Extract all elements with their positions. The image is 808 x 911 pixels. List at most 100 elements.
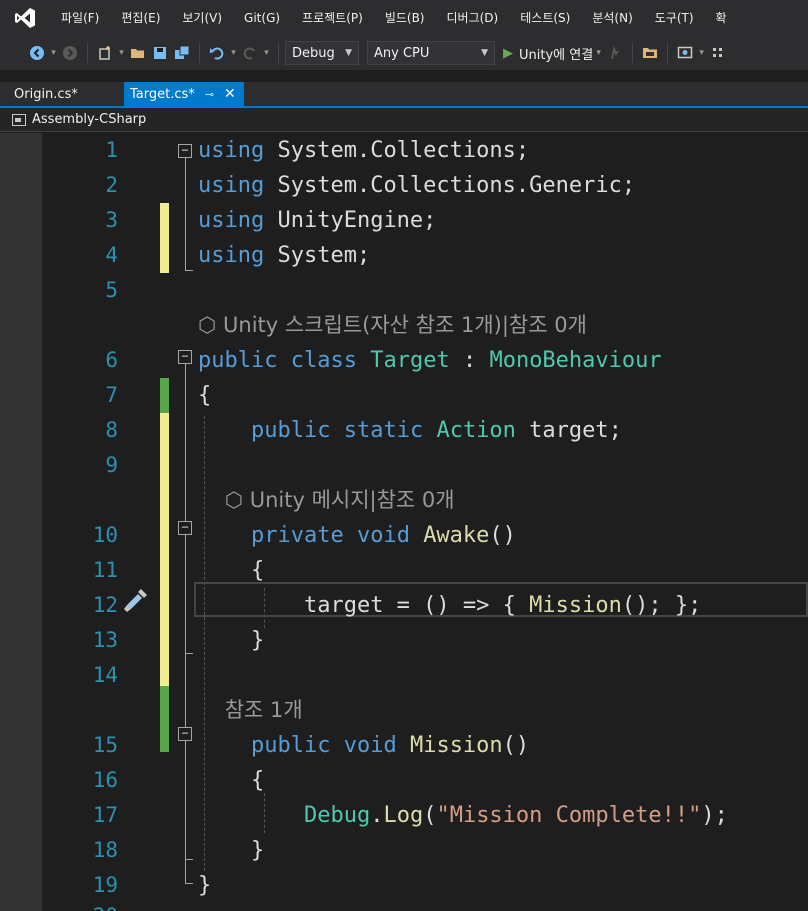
navigate-back-icon[interactable]: [27, 43, 47, 63]
menu-git[interactable]: Git(G): [233, 0, 291, 36]
unity-cube-icon: ⬡: [224, 488, 250, 512]
codelens-references[interactable]: ⬡ Unity 메시지|참조 0개: [198, 483, 455, 518]
chevron-down-icon[interactable]: ▾: [593, 48, 604, 58]
solution-platform-value: Any CPU: [374, 45, 430, 61]
code-text: }: [250, 838, 265, 863]
code-line: 13 }: [0, 623, 808, 658]
chevron-down-icon[interactable]: ▾: [228, 48, 239, 58]
navigate-forward-icon[interactable]: [60, 43, 80, 63]
menu-file[interactable]: 파일(F): [50, 0, 110, 36]
solution-platform-select[interactable]: Any CPU ▼: [367, 41, 495, 65]
code-line: 7 {: [0, 378, 808, 413]
line-number: 2: [105, 173, 118, 197]
project-dropdown[interactable]: Assembly-CSharp: [32, 112, 146, 127]
code-line: 12 target = () => { Mission(); };: [0, 588, 808, 623]
code-line: 4 using System;: [0, 238, 808, 273]
toolbar-more-icon[interactable]: [708, 43, 728, 63]
open-folder-icon[interactable]: [128, 43, 148, 63]
line-number: 16: [92, 768, 118, 792]
redo-icon[interactable]: [240, 43, 260, 63]
line-number: 12: [92, 593, 118, 617]
codelens-row: ⬡ Unity 메시지|참조 0개: [0, 483, 808, 518]
document-tabs: Origin.cs* Target.cs* ⊸ ✕: [0, 82, 808, 108]
pin-icon[interactable]: ⊸: [205, 88, 214, 101]
code-line: 5: [0, 273, 808, 308]
menu-analyze[interactable]: 분석(N): [581, 0, 643, 36]
menu-edit[interactable]: 편집(E): [110, 0, 171, 36]
chevron-down-icon: ▼: [345, 48, 352, 58]
code-line: 10 private void Awake(): [0, 518, 808, 553]
line-number: 13: [92, 628, 118, 652]
line-number: 14: [92, 663, 118, 687]
line-number: 15: [92, 733, 118, 757]
code-line: 17 Debug.Log("Mission Complete!!");: [0, 798, 808, 833]
unity-cube-icon: ⬡: [198, 313, 224, 337]
menu-project[interactable]: 프로젝트(P): [291, 0, 374, 36]
line-number: 7: [105, 383, 118, 407]
line-number: 10: [92, 523, 118, 547]
code-line: 20: [0, 899, 808, 911]
menu-view[interactable]: 보기(V): [171, 0, 233, 36]
folder-icon[interactable]: [640, 43, 660, 63]
chevron-down-icon[interactable]: ▾: [696, 48, 707, 58]
code-text: public static Action target;: [250, 418, 622, 443]
standard-toolbar: ▾ ▾ ▾ ▾ Debug ▼ Any CPU ▼ ▶ Unity에 연결 ▾: [0, 36, 808, 70]
attach-to-unity-button[interactable]: ▶ Unity에 연결 ▾: [503, 44, 604, 63]
codelens-references[interactable]: 참조 1개: [198, 693, 303, 728]
code-line: 9: [0, 448, 808, 483]
code-text: target = () => { Mission(); };: [303, 593, 702, 618]
new-project-icon[interactable]: [95, 43, 115, 63]
codelens-references[interactable]: ⬡ Unity 스크립트(자산 참조 1개)|참조 0개: [198, 308, 587, 343]
csharp-project-icon: [12, 113, 26, 126]
code-text: {: [198, 383, 212, 408]
menu-bar: 파일(F) 편집(E) 보기(V) Git(G) 프로젝트(P) 빌드(B) 디…: [0, 0, 808, 36]
line-number: 5: [105, 278, 118, 302]
toolbar-separator: [199, 43, 200, 63]
code-text: private void Awake(): [250, 523, 516, 548]
code-line: 1 using System.Collections;: [0, 133, 808, 168]
tab-origin-cs[interactable]: Origin.cs*: [0, 82, 118, 106]
line-number: 4: [105, 243, 118, 267]
code-text: using System;: [198, 243, 371, 268]
code-line: 3 using UnityEngine;: [0, 203, 808, 238]
chevron-down-icon[interactable]: ▾: [261, 48, 272, 58]
toolbar-separator: [667, 43, 669, 63]
menu-debug[interactable]: 디버그(D): [436, 0, 510, 36]
codelens-row: 참조 1개: [0, 693, 808, 728]
tab-target-cs[interactable]: Target.cs* ⊸ ✕: [124, 82, 244, 106]
line-number: 20: [60, 899, 118, 911]
chevron-down-icon[interactable]: ▾: [116, 48, 127, 58]
line-number: 9: [105, 453, 118, 477]
code-text: {: [250, 768, 265, 793]
code-line: 6 public class Target : MonoBehaviour: [0, 343, 808, 378]
code-text: }: [250, 628, 265, 653]
line-number: 6: [105, 348, 118, 372]
undo-icon[interactable]: [207, 43, 227, 63]
line-number: 17: [92, 803, 118, 827]
solution-configuration-select[interactable]: Debug ▼: [285, 41, 359, 65]
close-icon[interactable]: ✕: [224, 86, 236, 102]
code-editor[interactable]: − − − − 1 using System.Collections; 2 us…: [0, 133, 808, 911]
save-all-icon[interactable]: [172, 43, 192, 63]
code-text: using System.Collections.Generic;: [198, 173, 636, 198]
menu-build[interactable]: 빌드(B): [374, 0, 436, 36]
menu-test[interactable]: 테스트(S): [509, 0, 581, 36]
toolbar-separator: [278, 43, 279, 63]
line-number: 3: [105, 208, 118, 232]
code-line: 16 {: [0, 763, 808, 798]
chevron-down-icon[interactable]: ▾: [48, 48, 59, 58]
browser-link-icon[interactable]: [675, 43, 695, 63]
attach-to-unity-label: Unity에 연결: [519, 47, 594, 63]
visual-studio-logo-icon[interactable]: [0, 0, 50, 36]
line-number: 1: [105, 138, 118, 162]
hot-reload-icon[interactable]: [605, 43, 625, 63]
code-line: 2 using System.Collections.Generic;: [0, 168, 808, 203]
code-text: }: [198, 873, 212, 898]
code-line: 15 public void Mission(): [0, 728, 808, 763]
save-icon[interactable]: [150, 43, 170, 63]
menu-extensions[interactable]: 확: [705, 0, 738, 36]
menu-tools[interactable]: 도구(T): [644, 0, 705, 36]
toolbar-separator: [632, 43, 634, 63]
line-number: 8: [105, 418, 118, 442]
chevron-down-icon: ▼: [481, 48, 488, 58]
